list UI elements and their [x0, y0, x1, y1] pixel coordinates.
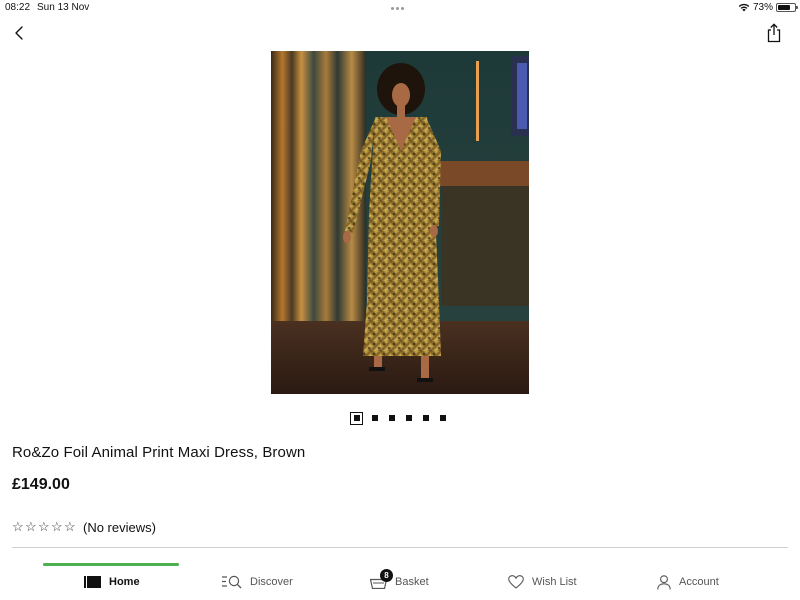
multitasking-dots-icon[interactable] [391, 7, 404, 10]
active-tab-indicator [43, 563, 179, 566]
product-rating[interactable]: ☆ ☆ ☆ ☆ ☆ (No reviews) [12, 519, 156, 535]
reviews-count[interactable]: (No reviews) [83, 520, 156, 535]
chevron-left-icon [15, 26, 23, 40]
tab-home[interactable]: Home [84, 572, 140, 592]
product-photo [271, 51, 529, 394]
tab-wish-list-label: Wish List [532, 576, 577, 588]
divider [12, 547, 788, 548]
product-title: Ro&Zo Foil Animal Print Maxi Dress, Brow… [12, 444, 306, 461]
tab-account-label: Account [679, 576, 719, 588]
share-button[interactable] [764, 22, 784, 44]
tab-discover[interactable]: Discover [222, 572, 293, 592]
tab-basket[interactable]: 8 Basket [370, 568, 429, 592]
wifi-icon [738, 3, 750, 12]
battery-icon [776, 3, 798, 12]
product-image[interactable] [271, 51, 529, 394]
star-icon: ☆ [25, 519, 37, 534]
star-icon: ☆ [51, 519, 63, 534]
carousel-dot-active[interactable] [350, 411, 363, 425]
person-icon [657, 574, 671, 590]
carousel-dot[interactable] [440, 415, 446, 421]
carousel-dot[interactable] [389, 415, 395, 421]
discover-icon [222, 575, 242, 589]
star-icon: ☆ [64, 519, 76, 534]
battery-percentage: 73% [752, 2, 773, 13]
status-right: 73% [738, 2, 798, 13]
rating-stars: ☆ ☆ ☆ ☆ ☆ [12, 519, 76, 535]
home-icon [84, 576, 101, 588]
product-price: £149.00 [12, 476, 70, 493]
carousel-dot[interactable] [423, 415, 429, 421]
tab-discover-label: Discover [250, 576, 293, 588]
status-time: 08:22 [5, 2, 31, 13]
star-icon: ☆ [38, 519, 50, 534]
share-icon [767, 23, 781, 43]
tab-wish-list[interactable]: Wish List [508, 572, 577, 592]
basket-icon: 8 [370, 568, 393, 589]
tab-account[interactable]: Account [657, 572, 719, 592]
status-date: Sun 13 Nov [37, 2, 90, 13]
carousel-dot[interactable] [372, 415, 378, 421]
tab-basket-label: Basket [395, 576, 429, 588]
star-icon: ☆ [12, 519, 24, 534]
image-carousel-pagination[interactable] [350, 411, 457, 425]
back-button[interactable] [10, 23, 30, 43]
tab-home-label: Home [109, 576, 140, 588]
heart-icon [508, 575, 524, 589]
basket-count-badge: 8 [380, 568, 393, 582]
carousel-dot[interactable] [406, 415, 412, 421]
status-bar: 08:22 Sun 13 Nov 73% [0, 0, 800, 14]
